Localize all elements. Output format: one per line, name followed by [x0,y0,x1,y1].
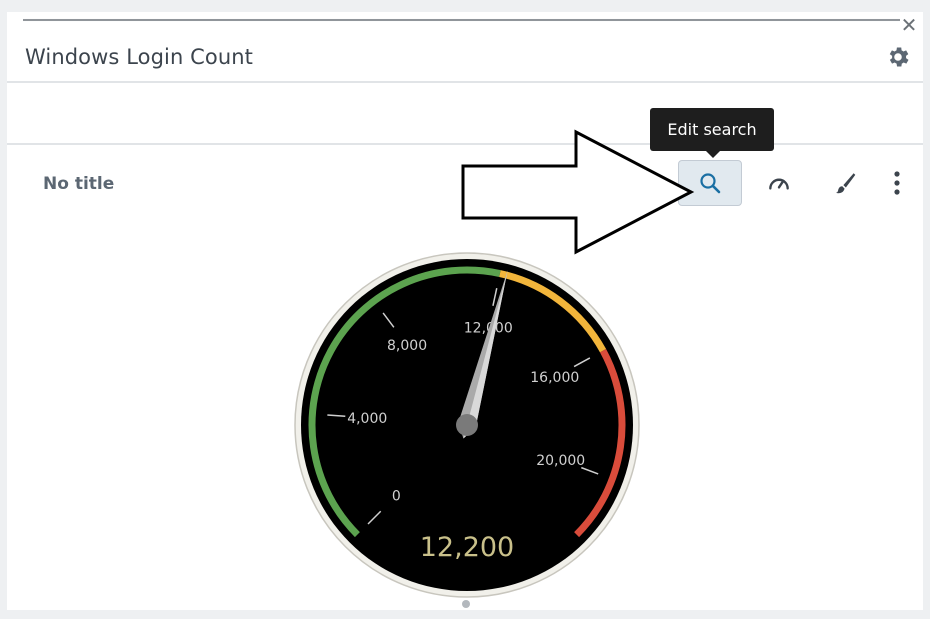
panel-title: Windows Login Count [25,45,254,69]
gauge-tick-label: 16,000 [530,370,579,386]
visualization-title: No title [43,174,115,194]
search-icon [700,173,721,194]
more-vertical-icon [894,171,900,195]
brush-icon [835,173,856,194]
annotation-arrow-icon [461,129,695,255]
gauge-tick-label: 8,000 [387,338,427,354]
close-icon[interactable]: ✕ [899,15,919,35]
scroll-indicator[interactable] [462,600,470,608]
visualization-type-button[interactable] [747,160,811,206]
dashboard-panel: ✕ Windows Login Count No title Edit sear… [7,12,923,610]
gear-icon[interactable] [885,44,911,70]
gauge-value-label: 12,200 [420,532,514,563]
gauge-tick-label: 0 [392,489,401,505]
drag-handle[interactable] [23,18,900,26]
header-divider [7,81,923,83]
format-button[interactable] [813,160,877,206]
gauge-icon [769,178,789,190]
gauge-tick-label: 20,000 [536,453,585,469]
more-options-button[interactable] [877,160,917,206]
gauge-tick-label: 4,000 [347,411,387,427]
gauge-pivot [456,414,478,436]
tooltip-tail [706,151,720,158]
radial-gauge: 04,0008,00012,00016,00020,000 12,200 [294,252,640,598]
